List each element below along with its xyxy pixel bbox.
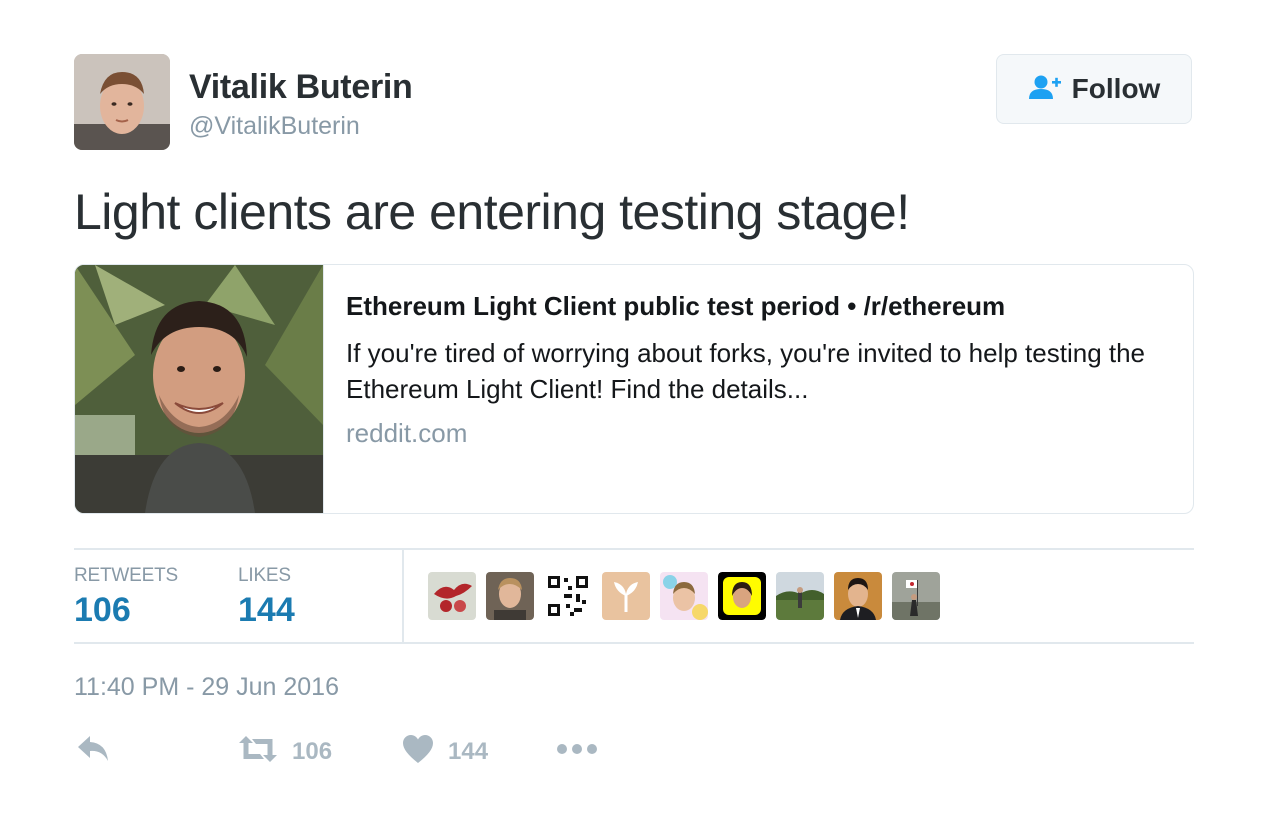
stats-bottom-divider [74, 642, 1194, 644]
stats-separator [402, 550, 404, 642]
liker-avatar[interactable] [602, 572, 650, 620]
author-avatar[interactable] [74, 54, 170, 150]
tweet-text: Light clients are entering testing stage… [74, 184, 910, 240]
tweet-container: Vitalik Buterin @VitalikButerin Follow L… [0, 0, 1268, 830]
heart-icon [402, 734, 434, 769]
tweet-timestamp[interactable]: 11:40 PM - 29 Jun 2016 [74, 673, 339, 702]
author-display-name[interactable]: Vitalik Buterin [189, 68, 413, 107]
liker-avatar[interactable] [544, 572, 592, 620]
like-button[interactable]: 144 [402, 734, 488, 769]
link-card-domain: reddit.com [346, 418, 468, 448]
more-icon [556, 734, 598, 769]
retweet-button[interactable]: 106 [238, 734, 332, 769]
link-card[interactable]: Ethereum Light Client public test period… [74, 264, 1194, 514]
follow-button-label: Follow [1071, 73, 1161, 104]
liker-avatar[interactable] [892, 572, 940, 620]
likes-count[interactable]: 144 [238, 591, 295, 630]
likes-label: LIKES [238, 565, 291, 586]
author-username[interactable]: @VitalikButerin [189, 112, 360, 141]
stats-top-divider [74, 548, 1194, 550]
liker-avatar[interactable] [718, 572, 766, 620]
liker-avatars [428, 572, 940, 620]
retweet-icon [238, 734, 278, 769]
liker-avatar[interactable] [776, 572, 824, 620]
reply-button[interactable] [76, 734, 110, 769]
liker-avatar[interactable] [660, 572, 708, 620]
liker-avatar[interactable] [486, 572, 534, 620]
link-card-title: Ethereum Light Client public test period… [346, 291, 1006, 321]
liker-avatar[interactable] [834, 572, 882, 620]
liker-avatar[interactable] [428, 572, 476, 620]
retweets-count[interactable]: 106 [74, 591, 131, 630]
retweet-count: 106 [292, 737, 333, 765]
follow-button[interactable]: Follow [996, 54, 1192, 124]
link-card-description: If you're tired of worrying about forks,… [346, 338, 1146, 404]
link-card-body: Ethereum Light Client public test period… [323, 265, 1193, 513]
more-button[interactable] [556, 734, 598, 769]
link-card-thumbnail [75, 265, 323, 513]
follow-person-plus-icon [1028, 74, 1062, 105]
like-count: 144 [448, 737, 489, 765]
author-avatar-image [74, 54, 170, 150]
retweets-label: RETWEETS [74, 565, 178, 586]
reply-icon [76, 734, 110, 769]
